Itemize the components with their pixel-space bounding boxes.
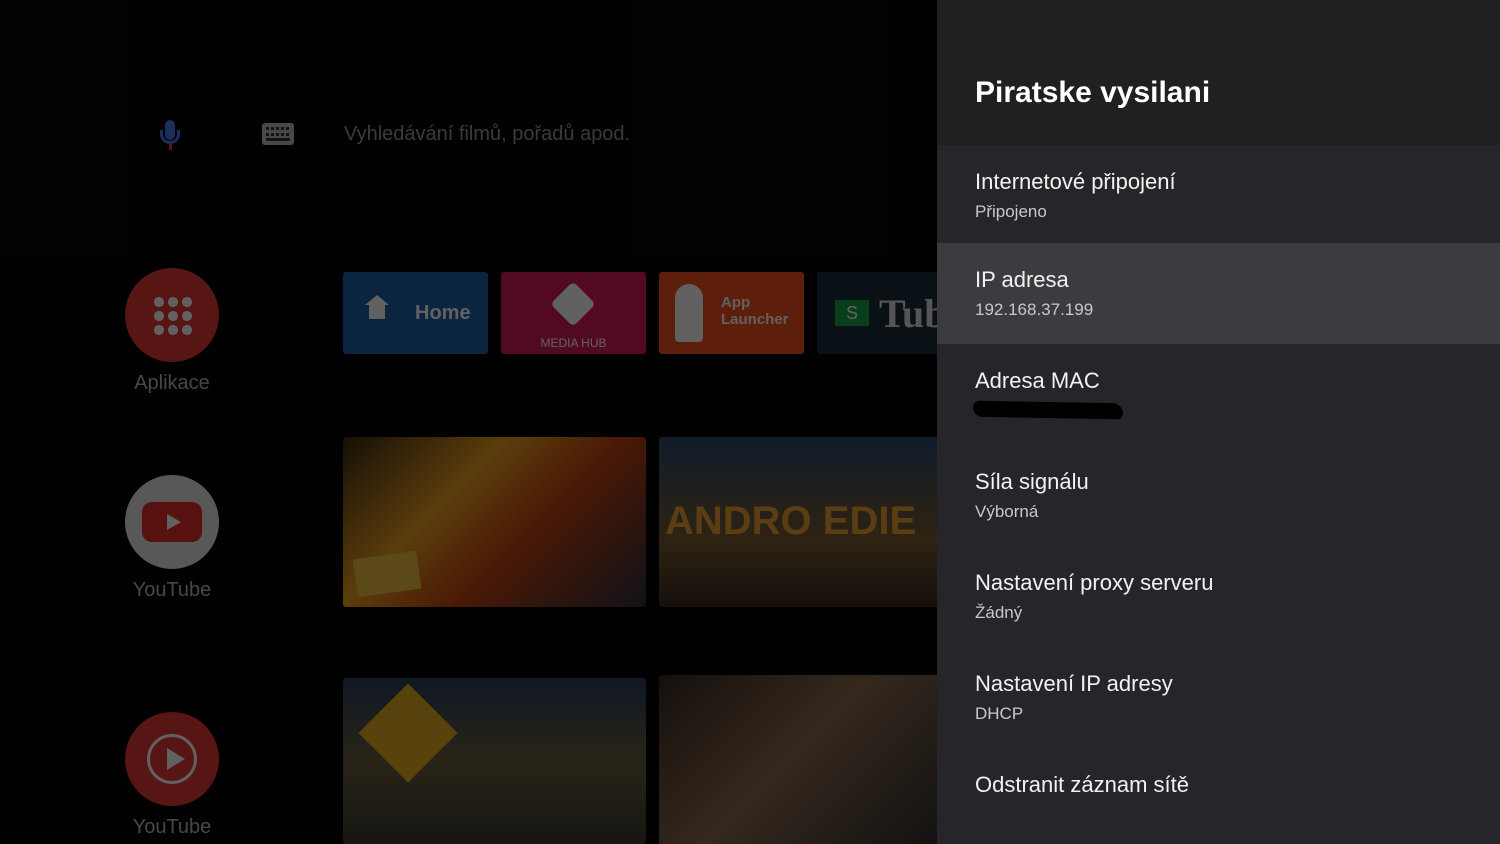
- menu-item-mac-address[interactable]: Adresa MAC: [937, 344, 1500, 445]
- network-settings-panel: Piratske vysilani Internetové připojení …: [937, 0, 1500, 844]
- media-hub-logo-icon: [550, 281, 596, 327]
- menu-item-subtitle: Výborná: [975, 502, 1039, 521]
- rail-item-label: YouTube: [132, 816, 212, 838]
- redacted-value: [972, 400, 1124, 420]
- rocket-icon: [675, 284, 703, 342]
- menu-item-subtitle: 192.168.37.199: [975, 300, 1094, 319]
- menu-item-subtitle: Připojeno: [975, 202, 1047, 221]
- tile-label: MEDIA HUB: [540, 336, 607, 350]
- menu-item-signal-strength[interactable]: Síla signálu Výborná: [937, 445, 1500, 546]
- video-thumbnail[interactable]: [343, 437, 646, 607]
- tile-label: Home: [415, 302, 471, 324]
- video-thumbnail[interactable]: [659, 675, 937, 844]
- menu-item-title: Odstranit záznam sítě: [975, 772, 1189, 797]
- page-title: Piratske vysilani: [975, 76, 1211, 109]
- app-tile-app-launcher[interactable]: App Launcher: [659, 272, 804, 354]
- menu-item-title: Internetové připojení: [975, 169, 1176, 194]
- video-thumbnail[interactable]: [343, 678, 646, 844]
- home-launcher-background: Vyhledávání filmů, pořadů apod. Aplikace…: [0, 0, 937, 844]
- menu-item-subtitle: Žádný: [975, 603, 1023, 622]
- stube-logo-icon: S: [835, 300, 869, 326]
- app-tile-home[interactable]: Home: [343, 272, 488, 354]
- menu-item-title: IP adresa: [975, 267, 1069, 292]
- apps-grid-icon: [125, 268, 219, 362]
- search-bar[interactable]: Vyhledávání filmů, pořadů apod.: [150, 112, 630, 156]
- keyboard-icon[interactable]: [262, 123, 294, 145]
- menu-item-forget-network[interactable]: Odstranit záznam sítě: [937, 748, 1500, 844]
- search-placeholder: Vyhledávání filmů, pořadů apod.: [344, 122, 631, 145]
- app-tile-media-hub[interactable]: MEDIA HUB: [501, 272, 646, 354]
- microphone-icon[interactable]: [150, 112, 190, 156]
- menu-item-title: Nastavení proxy serveru: [975, 570, 1214, 595]
- tile-label: App Launcher: [721, 294, 789, 328]
- menu-item-title: Nastavení IP adresy: [975, 671, 1173, 696]
- home-icon: [365, 295, 389, 319]
- menu-item-ip-address[interactable]: IP adresa 192.168.37.199: [937, 243, 1500, 344]
- app-tile-stube[interactable]: S Tub: [817, 272, 937, 354]
- youtube-icon: [125, 475, 219, 569]
- tile-label: Tub: [879, 291, 937, 336]
- menu-item-ip-settings[interactable]: Nastavení IP adresy DHCP: [937, 647, 1500, 748]
- menu-item-proxy-settings[interactable]: Nastavení proxy serveru Žádný: [937, 546, 1500, 647]
- thumbnail-text: ANDRO EDIE: [665, 499, 917, 543]
- video-thumbnail[interactable]: ANDRO EDIE: [659, 437, 937, 607]
- play-circle-icon: [125, 712, 219, 806]
- menu-item-subtitle: DHCP: [975, 704, 1024, 723]
- rail-item-label: YouTube: [132, 579, 212, 601]
- menu-item-internet-connection[interactable]: Internetové připojení Připojeno: [937, 145, 1500, 246]
- menu-item-title: Adresa MAC: [975, 368, 1100, 393]
- rail-item-label: Aplikace: [134, 372, 210, 394]
- menu-item-title: Síla signálu: [975, 469, 1089, 494]
- rail-item-apps[interactable]: Aplikace: [110, 268, 234, 395]
- rail-item-youtube[interactable]: YouTube: [110, 475, 234, 602]
- panel-header: Piratske vysilani: [937, 0, 1500, 145]
- rail-item-youtube-2[interactable]: YouTube: [110, 712, 234, 839]
